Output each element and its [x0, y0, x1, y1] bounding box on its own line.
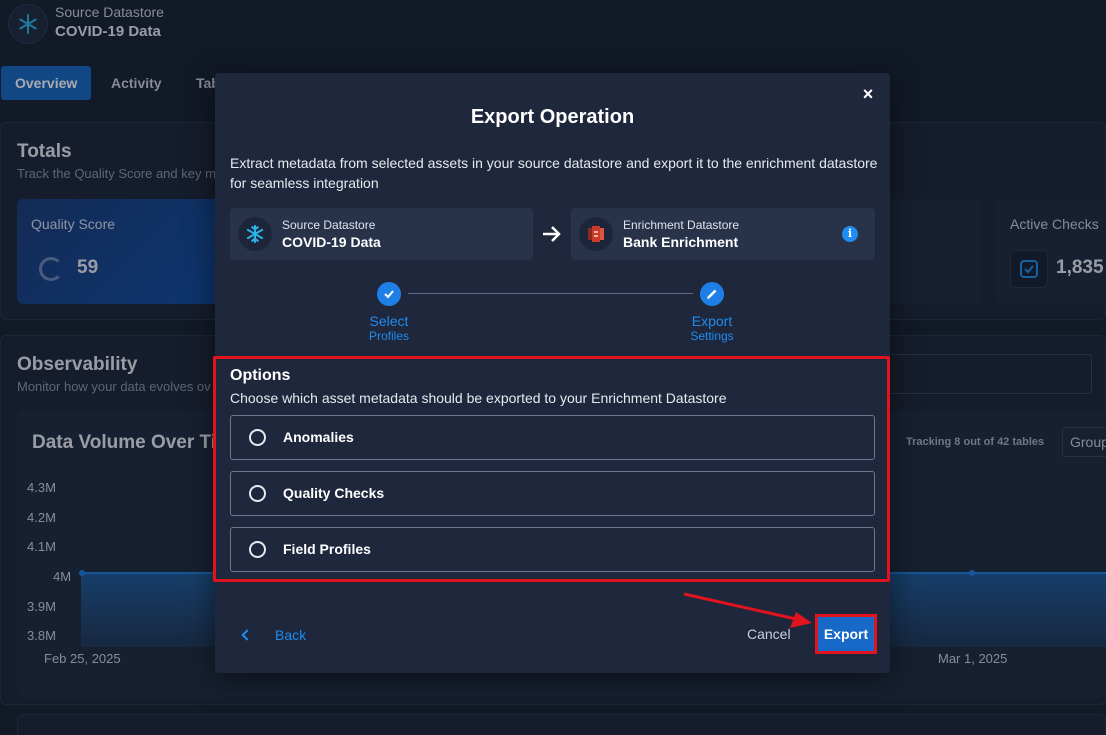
step-label-line1: Select: [369, 313, 409, 329]
stepper-connector: [408, 293, 693, 294]
options-title: Options: [230, 367, 291, 384]
redshift-icon: [579, 217, 613, 251]
chevron-left-icon: [241, 629, 253, 641]
check-icon[interactable]: [377, 282, 401, 306]
export-button[interactable]: Export: [815, 614, 877, 654]
back-button[interactable]: Back: [241, 625, 307, 645]
enrichment-datastore-label: Enrichment Datastore: [623, 218, 740, 232]
step-export-settings[interactable]: Export Settings: [667, 313, 757, 343]
dialog-description: Extract metadata from selected assets in…: [230, 155, 878, 191]
step-label-line2: Profiles: [368, 329, 409, 343]
export-operation-dialog: × Export Operation Extract metadata from…: [213, 73, 890, 673]
option-label: Anomalies: [283, 429, 354, 445]
radio-button[interactable]: [249, 541, 266, 558]
step-label-line2: Settings: [690, 329, 734, 343]
pencil-icon[interactable]: [700, 282, 724, 306]
cancel-button[interactable]: Cancel: [747, 626, 791, 642]
enrichment-datastore-name: Bank Enrichment: [623, 234, 739, 250]
option-quality-checks[interactable]: Quality Checks: [230, 471, 875, 516]
info-icon[interactable]: i: [842, 226, 858, 242]
option-anomalies[interactable]: Anomalies: [230, 415, 875, 460]
radio-button[interactable]: [249, 485, 266, 502]
option-label: Quality Checks: [283, 485, 385, 501]
enrichment-datastore-box: Enrichment Datastore Bank Enrichment: [571, 208, 875, 260]
source-datastore-box: Source Datastore COVID-19 Data: [230, 208, 533, 260]
source-datastore-name: COVID-19 Data: [282, 234, 381, 250]
step-label-line1: Export: [691, 313, 733, 329]
step-select-profiles[interactable]: Select Profiles: [344, 313, 434, 343]
back-label: Back: [275, 627, 307, 643]
source-datastore-label: Source Datastore: [282, 218, 376, 232]
dialog-title: Export Operation: [470, 106, 635, 128]
snowflake-icon: [238, 217, 272, 251]
options-subtitle: Choose which asset metadata should be ex…: [230, 390, 727, 406]
radio-button[interactable]: [249, 429, 266, 446]
option-field-profiles[interactable]: Field Profiles: [230, 527, 875, 572]
arrow-right-icon: [543, 226, 561, 242]
close-icon[interactable]: ×: [859, 85, 877, 103]
option-label: Field Profiles: [283, 541, 371, 557]
